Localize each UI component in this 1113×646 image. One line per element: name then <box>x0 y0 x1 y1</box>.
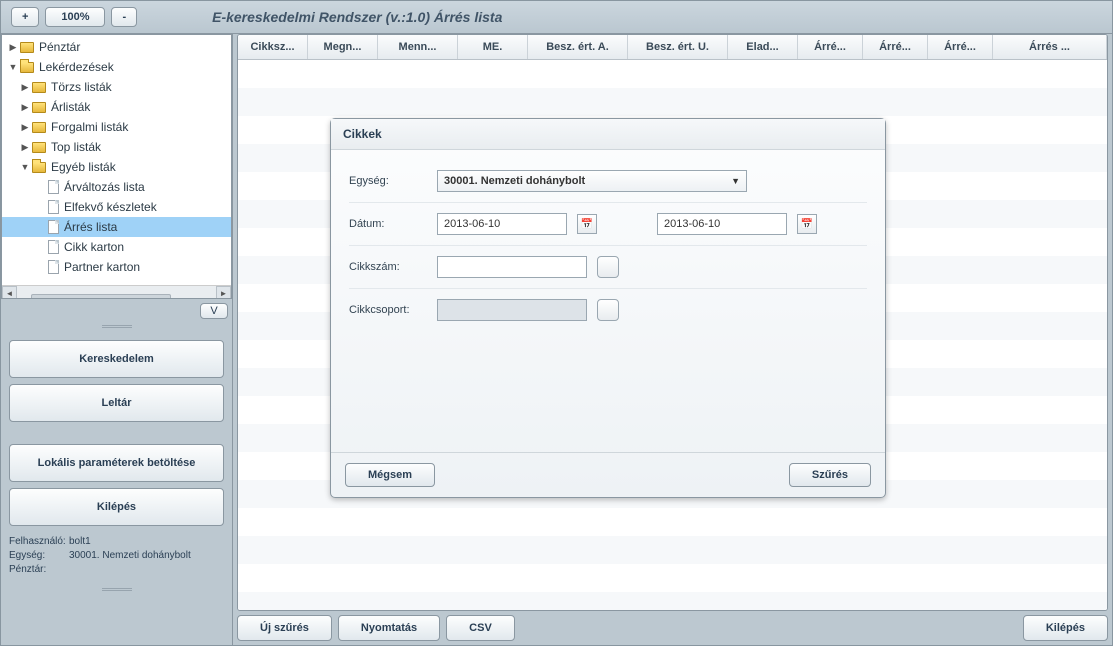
col-header[interactable]: Árré... <box>928 35 993 59</box>
tree-leaf-selected[interactable]: Árrés lista <box>64 220 117 234</box>
filter-dialog: Cikkek Egység: 30001. Nemzeti dohánybolt… <box>330 118 886 498</box>
col-header[interactable]: Megn... <box>308 35 378 59</box>
kilepes-button[interactable]: Kilépés <box>9 488 224 526</box>
tree-item[interactable]: Egyéb listák <box>51 160 116 174</box>
leltar-button[interactable]: Leltár <box>9 384 224 422</box>
zoom-out-button[interactable]: - <box>111 7 137 27</box>
cikkszam-label: Cikkszám: <box>349 261 427 273</box>
dialog-title: Cikkek <box>331 119 885 150</box>
cikkcsoport-lookup-button[interactable] <box>597 299 619 321</box>
zoom-in-button[interactable]: + <box>11 7 39 27</box>
uj-szures-button[interactable]: Új szűrés <box>237 615 332 641</box>
tree-item[interactable]: Törzs listák <box>51 80 112 94</box>
folder-icon <box>20 42 34 53</box>
tree-item[interactable]: Top listák <box>51 140 101 154</box>
tree-item[interactable]: Pénztár <box>39 40 80 54</box>
grid-header: Cikksz... Megn... Menn... ME. Besz. ért.… <box>238 35 1107 60</box>
tree-item[interactable]: Forgalmi listák <box>51 120 128 134</box>
cikkcsoport-label: Cikkcsoport: <box>349 304 427 316</box>
grid-body[interactable]: Cikkek Egység: 30001. Nemzeti dohánybolt… <box>238 60 1107 610</box>
tree-leaf[interactable]: Árváltozás lista <box>64 180 145 194</box>
sidebar: ▶Pénztár ▼Lekérdezések ▶Törzs listák ▶Ár… <box>1 34 233 645</box>
szures-button[interactable]: Szűrés <box>789 463 871 487</box>
col-header[interactable]: Besz. ért. A. <box>528 35 628 59</box>
egyseg-label: Egység: <box>349 175 427 187</box>
bottom-toolbar: Új szűrés Nyomtatás CSV Kilépés <box>237 615 1108 641</box>
col-header[interactable]: Besz. ért. U. <box>628 35 728 59</box>
date-from-input[interactable] <box>437 213 567 235</box>
topbar: + 100% - E-kereskedelmi Rendszer (v.:1.0… <box>1 1 1112 34</box>
col-header[interactable]: Árrés ... <box>993 35 1107 59</box>
status-info: Felhasználó:bolt1 Egység:30001. Nemzeti … <box>1 532 232 582</box>
tree-item[interactable]: Lekérdezések <box>39 60 114 74</box>
data-grid: Cikksz... Megn... Menn... ME. Besz. ért.… <box>237 34 1108 611</box>
tree-leaf[interactable]: Partner karton <box>64 260 140 274</box>
separator <box>102 588 132 591</box>
folder-open-icon <box>32 162 46 173</box>
kilepes-main-button[interactable]: Kilépés <box>1023 615 1108 641</box>
cikkcsoport-input <box>437 299 587 321</box>
csv-button[interactable]: CSV <box>446 615 515 641</box>
col-header[interactable]: Árré... <box>863 35 928 59</box>
document-icon <box>48 180 59 194</box>
folder-open-icon <box>20 62 34 73</box>
tree-hscrollbar[interactable]: ◄ ► <box>2 285 231 299</box>
col-header[interactable]: Cikksz... <box>238 35 308 59</box>
lokalis-button[interactable]: Lokális paraméterek betöltése <box>9 444 224 482</box>
datum-label: Dátum: <box>349 218 427 230</box>
date-to-input[interactable] <box>657 213 787 235</box>
nyomtatas-button[interactable]: Nyomtatás <box>338 615 440 641</box>
egyseg-select[interactable]: 30001. Nemzeti dohánybolt ▼ <box>437 170 747 192</box>
document-icon <box>48 200 59 214</box>
megsem-button[interactable]: Mégsem <box>345 463 435 487</box>
folder-icon <box>32 82 46 93</box>
chevron-down-icon: ▼ <box>731 176 740 186</box>
document-icon <box>48 260 59 274</box>
calendar-icon[interactable]: 📅 <box>577 214 597 234</box>
col-header[interactable]: ME. <box>458 35 528 59</box>
kereskedelem-button[interactable]: Kereskedelem <box>9 340 224 378</box>
col-header[interactable]: Menn... <box>378 35 458 59</box>
nav-tree[interactable]: ▶Pénztár ▼Lekérdezések ▶Törzs listák ▶Ár… <box>2 35 231 285</box>
document-icon <box>48 220 59 234</box>
folder-icon <box>32 122 46 133</box>
tree-leaf[interactable]: Cikk karton <box>64 240 124 254</box>
app-title: E-kereskedelmi Rendszer (v.:1.0) Árrés l… <box>212 9 502 25</box>
separator <box>102 325 132 328</box>
calendar-icon[interactable]: 📅 <box>797 214 817 234</box>
folder-icon <box>32 102 46 113</box>
cikkszam-lookup-button[interactable] <box>597 256 619 278</box>
cikkszam-input[interactable] <box>437 256 587 278</box>
collapse-button[interactable]: V <box>200 303 228 319</box>
document-icon <box>48 240 59 254</box>
folder-icon <box>32 142 46 153</box>
col-header[interactable]: Árré... <box>798 35 863 59</box>
tree-leaf[interactable]: Elfekvő készletek <box>64 200 157 214</box>
zoom-level-button[interactable]: 100% <box>45 7 105 27</box>
col-header[interactable]: Elad... <box>728 35 798 59</box>
tree-item[interactable]: Árlisták <box>51 100 90 114</box>
